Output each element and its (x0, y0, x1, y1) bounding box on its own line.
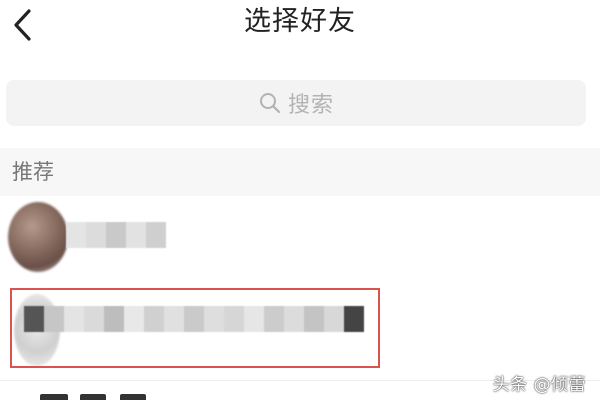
mosaic-tile (124, 306, 144, 332)
mosaic-tile (264, 306, 284, 332)
avatar (8, 202, 68, 272)
select-friend-screen: 选择好友 搜索 推荐 头条 @倾蕾 (0, 0, 600, 400)
mosaic-tile (146, 222, 166, 248)
mosaic-tile (164, 306, 184, 332)
mosaic-tile (224, 306, 244, 332)
friend-name-obscured (66, 222, 166, 248)
page-title: 选择好友 (244, 6, 356, 37)
list-item[interactable] (0, 196, 600, 280)
obscured-text-fragment (40, 394, 68, 400)
list-item[interactable] (0, 288, 600, 372)
mosaic-tile (344, 306, 364, 332)
mosaic-tile (86, 222, 106, 248)
mosaic-tile (44, 306, 64, 332)
obscured-text-fragment (120, 394, 146, 400)
obscured-text-fragment (80, 394, 106, 400)
search-icon (259, 93, 281, 114)
list-item-partial (40, 382, 180, 400)
section-label: 推荐 (12, 160, 54, 184)
watermark: 头条 @倾蕾 (492, 375, 586, 395)
nav-bar: 选择好友 (0, 0, 600, 62)
mosaic-tile (284, 306, 304, 332)
mosaic-tile (84, 306, 104, 332)
mosaic-tile (66, 222, 86, 248)
mosaic-tile (304, 306, 324, 332)
mosaic-tile (64, 306, 84, 332)
mosaic-tile (106, 222, 126, 248)
mosaic-tile (244, 306, 264, 332)
search-section: 搜索 (0, 62, 600, 148)
mosaic-tile (104, 306, 124, 332)
recommended-section-header: 推荐 (0, 148, 600, 196)
mosaic-tile (204, 306, 224, 332)
mosaic-tile (184, 306, 204, 332)
mosaic-tile (324, 306, 344, 332)
mosaic-tile (126, 222, 146, 248)
search-input[interactable]: 搜索 (6, 80, 586, 126)
mosaic-tile (144, 306, 164, 332)
search-placeholder: 搜索 (287, 93, 334, 118)
mosaic-tile (24, 306, 44, 332)
friend-name-obscured (24, 306, 364, 332)
